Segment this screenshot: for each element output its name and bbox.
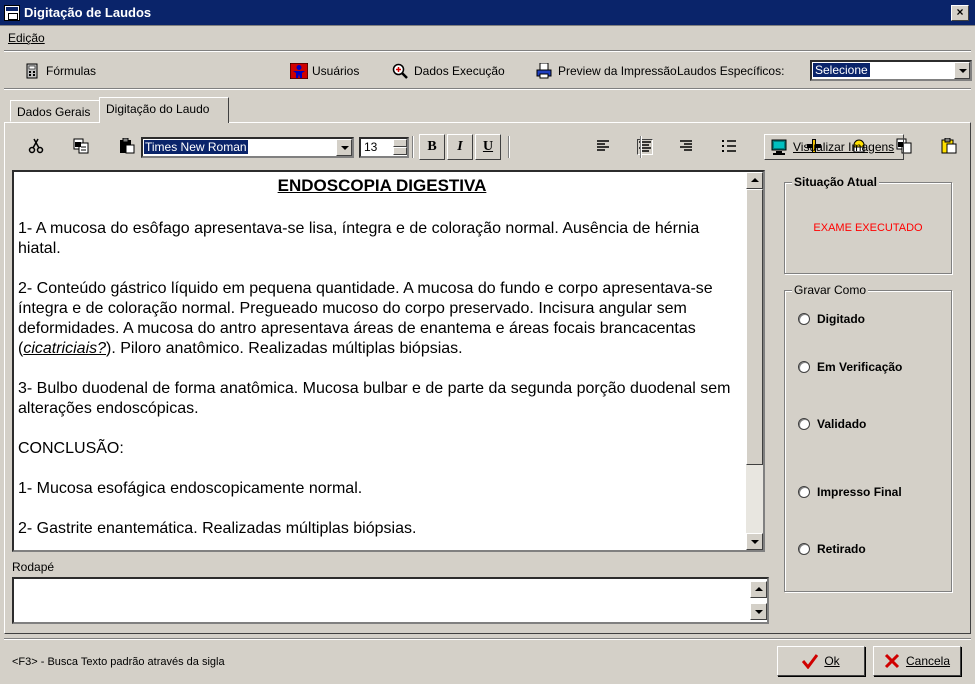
radio-digitado[interactable]: Digitado [798,312,865,326]
font-family-value: Times New Roman [144,140,248,154]
situacao-atual-title: Situação Atual [792,175,879,189]
paragraph-2-emphasis: cicatriciais? [23,340,107,357]
radio-label: Validado [817,417,867,431]
radio-label: Digitado [817,312,865,326]
scissors-icon[interactable] [28,138,44,154]
paragraph-2-text-end: ). Piloro anatômico. Realizadas múltipla… [106,340,463,357]
window-title: Digitação de Laudos [24,5,152,20]
conclusion-heading: CONCLUSÃO: [18,440,124,457]
paste-icon[interactable] [119,137,135,154]
radio-circle[interactable] [798,313,810,325]
scroll-up-icon[interactable] [746,172,763,189]
app-window-icon [4,5,20,21]
radio-validado[interactable]: Validado [798,417,866,431]
align-left-icon[interactable] [595,138,611,154]
paragraph-1: 1- A mucosa do esôfago apresentava-se li… [18,220,700,257]
align-right-icon[interactable] [678,138,694,154]
toolbar-divider [508,136,510,158]
copy-icon[interactable] [73,138,89,154]
usuarios-label: Usuários [312,64,360,78]
usuarios-button[interactable]: Usuários [289,60,360,82]
paste-special-icon[interactable] [941,137,957,154]
radio-label: Retirado [817,542,866,556]
italic-button[interactable]: I [447,134,473,160]
conclusion-2: 2- Gastrite enantemática. Realizadas múl… [18,520,417,537]
rodape-scroll-up-icon[interactable] [750,581,767,598]
tab-dados-gerais[interactable]: Dados Gerais [10,100,100,122]
font-dropdown-arrow-icon[interactable] [336,139,352,156]
visualizar-imagens-label: Visualizar Imagens [793,140,895,154]
radio-label: Em Verificação [817,360,903,374]
menu-bar: Edição [0,28,975,48]
paragraph-2: 2- Conteúdo gástrico líquido em pequena … [18,279,746,359]
conclusion-1: 1- Mucosa esofágica endoscopicamente nor… [18,480,363,497]
editor-vertical-scrollbar[interactable] [746,172,763,550]
ok-button[interactable]: Ok [777,646,865,676]
cancel-label: Cancela [905,654,951,668]
formulas-label: Fórmulas [46,64,97,78]
status-hint: <F3> - Busca Texto padrão através da sig… [12,656,225,668]
font-family-select[interactable]: Times New Roman [141,137,354,158]
footer-separator [4,638,971,640]
radio-circle[interactable] [798,543,810,555]
scroll-down-icon[interactable] [746,533,763,550]
print-preview-icon [536,62,552,79]
editor-content: ENDOSCOPIA DIGESTIVA 1- A mucosa do esôf… [18,176,746,550]
toolbar-divider [640,136,642,158]
preview-impressao-button[interactable]: Preview da Impressão [536,60,677,82]
rodape-scroll-down-icon[interactable] [750,603,767,620]
radio-circle[interactable] [798,486,810,498]
preview-impressao-label: Preview da Impressão [558,64,677,78]
monitor-icon [771,139,787,155]
spin-down-icon[interactable] [393,147,407,155]
font-size-value: 13 [364,140,378,154]
gravar-como-title: Gravar Como [792,283,869,297]
radio-circle[interactable] [798,361,810,373]
radio-circle[interactable] [798,418,810,430]
rodape-label: Rodapé [12,560,55,574]
user-icon [289,62,309,80]
menu-separator [4,50,971,52]
calculator-icon [24,63,40,79]
x-cancel-icon [884,653,900,669]
paragraph-3: 3- Bulbo duodenal de forma anatômica. Mu… [18,380,731,417]
radio-retirado[interactable]: Retirado [798,542,866,556]
title-bar: Digitação de Laudos × [0,0,975,26]
toolbar-divider [412,136,414,158]
cancel-button[interactable]: Cancela [873,646,961,676]
radio-em-verificacao[interactable]: Em Verificação [798,360,902,374]
bold-button[interactable]: B [419,134,445,160]
document-title: ENDOSCOPIA DIGESTIVA [277,176,487,195]
dropdown-arrow-icon[interactable] [954,62,970,79]
spin-up-icon[interactable] [393,139,407,147]
laudos-especificos-select[interactable]: Selecione [810,60,972,81]
dados-execucao-label: Dados Execução [414,64,505,78]
situacao-value: EXAME EXECUTADO [813,222,923,234]
laudos-especificos-label: Laudos Específicos: [677,64,785,78]
rodape-textarea[interactable] [12,577,769,624]
font-size-stepper[interactable]: 13 [359,137,409,158]
menu-edicao[interactable]: Edição [8,31,45,45]
tab-digitacao-laudo[interactable]: Digitação do Laudo [99,97,229,123]
visualizar-imagens-button[interactable]: Visualizar Imagens [764,134,904,160]
underline-button[interactable]: U [475,134,501,160]
ok-label: Ok [824,654,840,668]
laudos-select-value: Selecione [813,63,870,77]
scroll-thumb[interactable] [746,189,763,465]
checkmark-icon [802,653,819,670]
toolbar-separator [4,88,971,90]
radio-label: Impresso Final [817,485,902,499]
close-window-button[interactable]: × [951,5,969,21]
zoom-icon [392,63,408,79]
laudo-text-editor[interactable]: ENDOSCOPIA DIGESTIVA 1- A mucosa do esôf… [12,170,765,552]
dados-execucao-button[interactable]: Dados Execução [392,60,505,82]
formulas-button[interactable]: Fórmulas [24,60,96,82]
radio-impresso-final[interactable]: Impresso Final [798,485,902,499]
bullet-list-icon[interactable] [721,138,737,154]
